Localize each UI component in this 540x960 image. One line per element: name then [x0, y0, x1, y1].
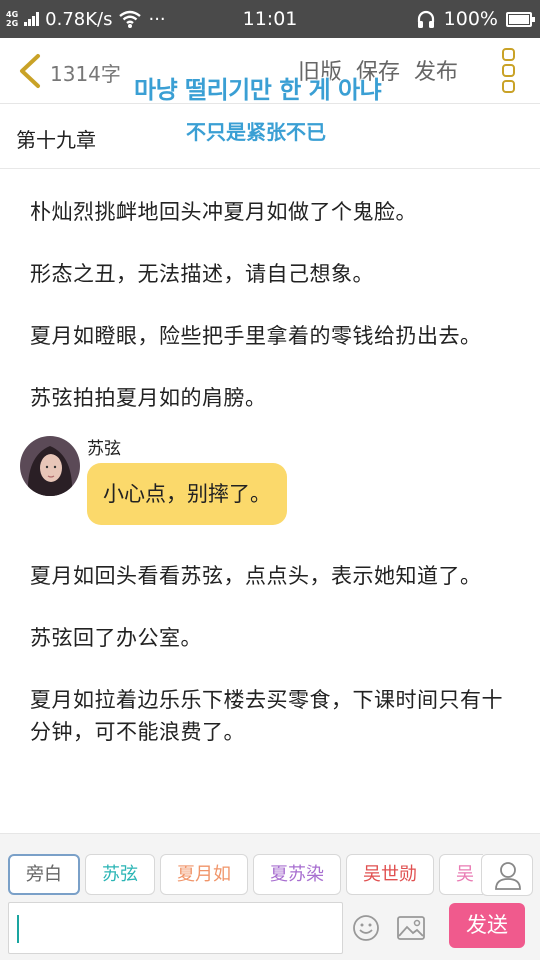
chapter-title[interactable]: 第十九章: [16, 124, 96, 153]
character-chip[interactable]: 吴: [439, 854, 483, 895]
character-chip[interactable]: 夏苏染: [253, 854, 341, 895]
back-icon[interactable]: [14, 52, 44, 90]
story-content[interactable]: 朴灿烈挑衅地回头冲夏月如做了个鬼脸。 形态之丑，无法描述，请自己想象。 夏月如瞪…: [20, 196, 515, 778]
paragraph[interactable]: 夏月如回头看看苏弦，点点头，表示她知道了。: [30, 560, 515, 592]
user-icon: [495, 862, 521, 890]
more-menu-icon[interactable]: [502, 48, 518, 94]
speech-bubble[interactable]: 小心点，别摔了。: [87, 463, 287, 525]
headphones-icon: [417, 10, 434, 28]
paragraph[interactable]: 形态之丑，无法描述，请自己想象。: [30, 258, 515, 290]
text-caret: [17, 915, 19, 943]
image-icon[interactable]: [396, 914, 426, 942]
character-chip[interactable]: 夏月如: [160, 854, 248, 895]
divider: [0, 168, 540, 169]
emoji-icon[interactable]: [352, 914, 380, 942]
paragraph[interactable]: 苏弦拍拍夏月如的肩膀。: [30, 382, 515, 414]
character-chip[interactable]: 苏弦: [85, 854, 155, 895]
message-input[interactable]: [8, 902, 343, 954]
status-right: 100%: [416, 0, 535, 38]
publish-button[interactable]: 发布: [414, 54, 458, 86]
battery-percent: 100%: [443, 8, 498, 30]
dialog-message[interactable]: 苏弦 小心点，别摔了。: [20, 436, 515, 532]
add-character-button[interactable]: [481, 854, 533, 896]
character-chip[interactable]: 吴世勋: [346, 854, 434, 895]
battery-fill: [509, 14, 529, 24]
character-chip[interactable]: 旁白: [8, 854, 80, 895]
word-count: 1314字: [50, 62, 121, 86]
send-button[interactable]: 发送: [449, 903, 525, 948]
composer-bar: 旁白 苏弦 夏月如 夏苏染 吴世勋吴 发送: [0, 833, 540, 960]
paragraph[interactable]: 朴灿烈挑衅地回头冲夏月如做了个鬼脸。: [30, 196, 515, 228]
status-bar: 4G 2G 0.78K/s ··· 11:01 100%: [0, 0, 540, 38]
korean-caption: 마냥 떨리기만 한 게 아냐: [134, 76, 382, 104]
speaker-name: 苏弦: [87, 439, 121, 459]
battery-icon: [506, 11, 535, 27]
character-selector[interactable]: 旁白 苏弦 夏月如 夏苏染 吴世勋吴: [8, 854, 483, 896]
chinese-caption: 不只是紧张不已: [186, 120, 326, 144]
paragraph[interactable]: 夏月如瞪眼，险些把手里拿着的零钱给扔出去。: [30, 320, 515, 352]
paragraph[interactable]: 苏弦回了办公室。: [30, 622, 515, 654]
avatar[interactable]: [20, 436, 80, 496]
paragraph[interactable]: 夏月如拉着边乐乐下楼去买零食，下课时间只有十分钟，可不能浪费了。: [30, 684, 515, 748]
